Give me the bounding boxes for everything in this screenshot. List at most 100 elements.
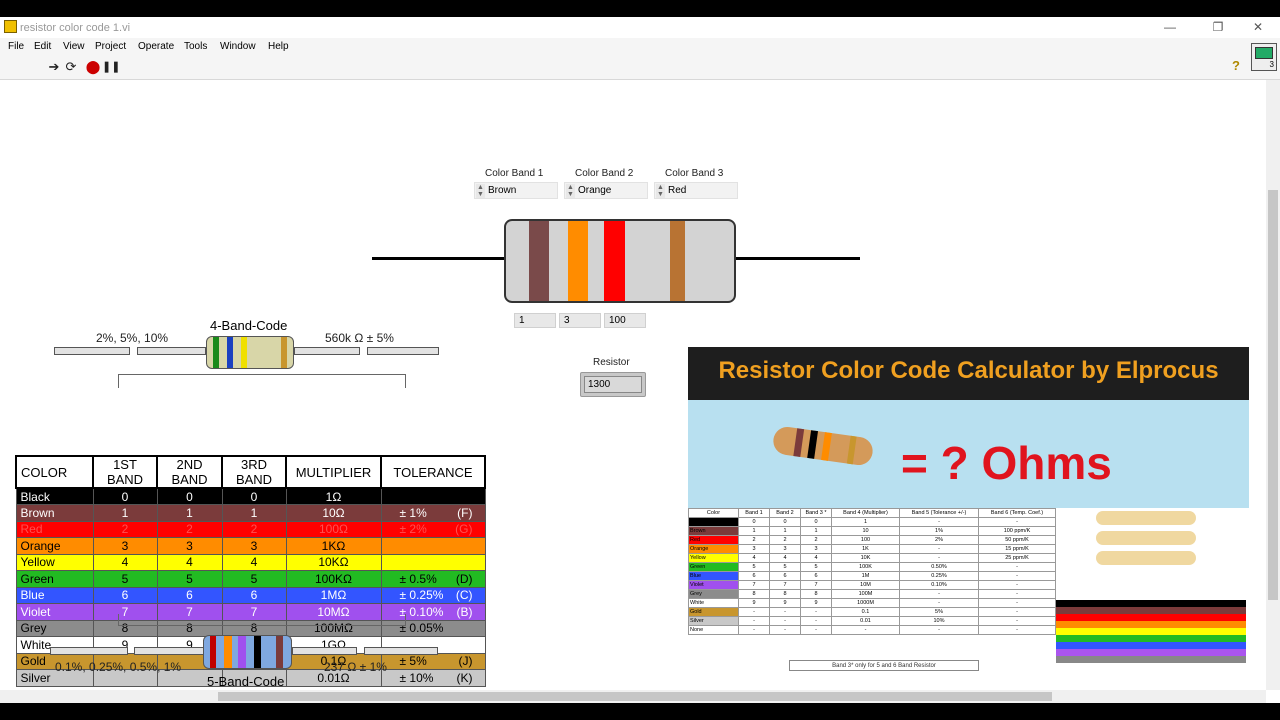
mini-table-row: Red 2 2 2 100 2% 50 ppm/K — [688, 535, 1056, 545]
mini-cell: 6 — [738, 571, 770, 581]
mini-cell: 25 ppm/K — [978, 553, 1056, 563]
close-icon[interactable]: ✕ — [1243, 19, 1273, 36]
cell-name: Orange — [15, 537, 94, 555]
menu-window[interactable]: Window — [220, 41, 256, 52]
cell-multiplier: 100KΩ — [285, 570, 382, 588]
mini-cell: 15 ppm/K — [978, 544, 1056, 554]
run-arrow-icon[interactable]: ➔ — [46, 59, 62, 75]
mini-table-row: Brown 1 1 1 10 1% 100 ppm/K — [688, 526, 1056, 536]
header-tolerance: TOLERANCE — [380, 455, 486, 489]
mini-cell: - — [899, 544, 979, 554]
menu-edit[interactable]: Edit — [34, 41, 51, 52]
four-band-bar-1 — [54, 347, 130, 355]
cell-band-2: 3 — [156, 537, 223, 555]
increment-decrement-icon[interactable]: ▲ ▼ — [656, 184, 665, 198]
cell-multiplier: 10KΩ — [285, 553, 382, 571]
horizontal-scrollbar[interactable] — [0, 690, 1266, 703]
mini-cell: 1000M — [831, 598, 900, 608]
color-band-2-ring[interactable]: ▲ ▼ Orange — [564, 182, 648, 199]
pause-icon[interactable]: ❚❚ — [102, 59, 120, 75]
mini-table-row: Blue 6 6 6 1M 0.25% - — [688, 571, 1056, 581]
mini-table-row: Black 0 0 0 1- - — [688, 517, 1056, 527]
vi-connector-icon[interactable]: 3 — [1251, 43, 1277, 71]
tolerance-code: (C) — [455, 588, 473, 603]
mini-cell: 10 — [831, 526, 900, 536]
tolerance-value: ± 0.5% — [399, 571, 437, 586]
mini-header-cell: Band 6 (Temp. Coef.) — [978, 508, 1056, 518]
mini-cell: 10K — [831, 553, 900, 563]
cell-band-2: 0 — [156, 487, 223, 505]
mini-cell: 100 ppm/K — [978, 526, 1056, 536]
color-band-3-ring[interactable]: ▲ ▼ Red — [654, 182, 738, 199]
cell-tolerance: ± 1% (F) — [380, 504, 486, 522]
mini-table-row: Green 5 5 5 100K 0.50% - — [688, 562, 1056, 572]
mini-cell: 5 — [738, 562, 770, 572]
cell-name: Red — [15, 520, 94, 538]
mini-cell: - — [978, 571, 1056, 581]
mini-cell: 100 — [831, 535, 900, 545]
mini-cell: 2 — [738, 535, 770, 545]
table-row: Orange 3 3 3 1KΩ — [15, 537, 486, 555]
cell-multiplier: 1KΩ — [285, 537, 382, 555]
cell-multiplier: 10Ω — [285, 504, 382, 522]
mini-cell: 3 — [769, 544, 801, 554]
minimize-icon[interactable]: — — [1155, 19, 1185, 36]
restore-icon[interactable]: ❐ — [1203, 19, 1233, 36]
menu-tools[interactable]: Tools — [184, 41, 207, 52]
color-band-1-ring[interactable]: ▲ ▼ Brown — [474, 182, 558, 199]
labview-vi-icon — [4, 20, 17, 33]
tolerance-value: ± 0.05% — [399, 621, 444, 636]
mini-cell: 4 — [769, 553, 801, 563]
context-help-icon[interactable]: ? — [1232, 58, 1240, 73]
mini-cell: 0.10% — [899, 580, 979, 590]
vertical-scroll-thumb[interactable] — [1268, 190, 1278, 600]
five-band-tolerances: 0.1%, 0.25%, 0.5%, 1% — [55, 660, 182, 674]
five-band-bar-4 — [364, 647, 438, 655]
banner-note: Band 3* only for 5 and 6 Band Resistor — [789, 660, 979, 671]
mini-cell: - — [800, 625, 832, 635]
tolerance-code: (G) — [455, 522, 473, 537]
mini-cell: - — [978, 562, 1056, 572]
table-row: Blue 6 6 6 1MΩ ± 0.25% (C) — [15, 586, 486, 604]
header-band-1: 1ST BAND — [92, 455, 158, 489]
table-header-row: COLOR 1ST BAND 2ND BAND 3RD BAND MULTIPL… — [15, 455, 486, 489]
cell-band-3: 4 — [221, 553, 287, 571]
mini-cell: 9 — [738, 598, 770, 608]
menu-view[interactable]: View — [63, 41, 85, 52]
mini-cell: Grey — [688, 589, 739, 599]
mini-cell: - — [978, 607, 1056, 617]
cell-band-1: 4 — [92, 553, 158, 571]
menu-file[interactable]: File — [8, 41, 24, 52]
cell-multiplier: 100Ω — [285, 520, 382, 538]
mini-cell: White — [688, 598, 739, 608]
table-row: Brown 1 1 1 10Ω ± 1% (F) — [15, 504, 486, 522]
abort-icon[interactable]: ⬤ — [85, 59, 101, 75]
mini-cell: 100K — [831, 562, 900, 572]
mini-cell: 5 — [769, 562, 801, 572]
mini-cell: Violet — [688, 580, 739, 590]
menu-help[interactable]: Help — [268, 41, 289, 52]
mini-cell: 5% — [899, 607, 979, 617]
mini-cell: 2 — [800, 535, 832, 545]
mini-cell: Silver — [688, 616, 739, 626]
mini-cell: - — [978, 517, 1056, 527]
cell-name: Violet — [15, 603, 94, 621]
cell-name: Yellow — [15, 553, 94, 571]
mini-table-row: Gold - - -0.1 5% - — [688, 607, 1056, 617]
cell-tolerance: ± 0.5% (D) — [380, 570, 486, 588]
horizontal-scroll-thumb[interactable] — [218, 692, 1052, 701]
menu-project[interactable]: Project — [95, 41, 126, 52]
mini-cell: 2 — [769, 535, 801, 545]
cell-band-1: 6 — [92, 586, 158, 604]
cell-band-3: 1 — [221, 504, 287, 522]
mini-table-row: Violet 7 7 7 10M 0.10% - — [688, 580, 1056, 590]
increment-decrement-icon[interactable]: ▲ ▼ — [566, 184, 575, 198]
run-continuously-icon[interactable]: ⟳ — [63, 59, 79, 75]
vertical-scrollbar[interactable] — [1266, 80, 1280, 690]
increment-decrement-icon[interactable]: ▲ ▼ — [476, 184, 485, 198]
tolerance-code: (B) — [456, 604, 473, 619]
resistor-band-1 — [529, 221, 549, 301]
labview-front-panel-window: resistor color code 1.vi — ❐ ✕ File Edit… — [0, 17, 1280, 703]
mini-cell: 0.50% — [899, 562, 979, 572]
menu-operate[interactable]: Operate — [138, 41, 174, 52]
